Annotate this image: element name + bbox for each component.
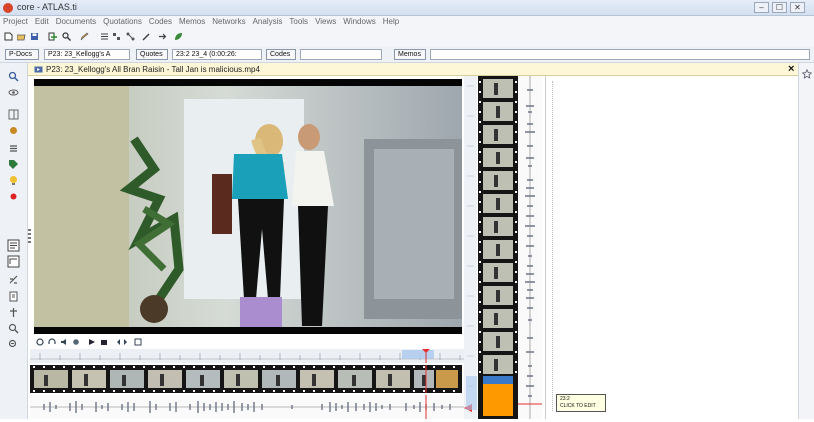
menu-tools[interactable]: Tools	[289, 17, 308, 26]
favorite-icon[interactable]	[802, 69, 812, 79]
zoom-out-icon[interactable]	[8, 339, 19, 350]
tooltip-quotation-id: 23:2	[560, 396, 570, 402]
menu-windows[interactable]: Windows	[343, 17, 375, 26]
query-tool-icon[interactable]	[100, 32, 109, 41]
document-bar: P-Docs P23: 23_Kellogg's A Quotes 23:2 2…	[0, 46, 814, 63]
margin-area[interactable]	[545, 76, 797, 419]
menu-project[interactable]: Project	[3, 17, 28, 26]
loop-icon[interactable]	[36, 338, 44, 346]
maximize-button[interactable]: ☐	[772, 2, 787, 13]
codes-select[interactable]	[300, 49, 382, 60]
cooccurrence-icon[interactable]	[112, 32, 121, 41]
flag-icon[interactable]	[8, 191, 19, 202]
quotation-select[interactable]: 23:2 23_4 (0:00:26:	[172, 49, 262, 60]
vertical-filmstrip-thumbnails	[478, 76, 518, 419]
video-player[interactable]	[34, 79, 462, 334]
menu-codes[interactable]: Codes	[149, 17, 172, 26]
memos-button[interactable]: Memos	[394, 49, 426, 60]
horizontal-filmstrip[interactable]	[30, 365, 462, 393]
menu-documents[interactable]: Documents	[56, 17, 96, 26]
menu-quotations[interactable]: Quotations	[103, 17, 142, 26]
audio-waveform[interactable]	[30, 395, 470, 419]
rewind-forward-icon[interactable]	[116, 338, 128, 346]
quotation-tooltip[interactable]: 23:2 CLICK TO EDIT	[556, 394, 606, 412]
save-icon[interactable]	[30, 32, 39, 41]
volume-icon[interactable]	[60, 338, 68, 346]
left-tool-strip	[0, 63, 31, 419]
app-icon	[3, 3, 13, 13]
media-controls	[30, 336, 470, 348]
video-doc-icon	[34, 66, 43, 73]
bulb-icon[interactable]	[8, 175, 19, 186]
margin-guide	[552, 81, 558, 411]
codes-button[interactable]: Codes	[266, 49, 296, 60]
new-project-icon[interactable]	[4, 32, 13, 41]
document-tab-title: P23: 23_Kellogg's All Bran Raisin - Tall…	[46, 65, 260, 74]
eye-icon[interactable]	[8, 87, 19, 98]
memo-toggle-icon[interactable]	[7, 239, 20, 252]
pin-icon[interactable]	[8, 307, 19, 318]
menu-networks[interactable]: Networks	[212, 17, 245, 26]
vertical-ruler	[464, 85, 477, 412]
window-title: core - ATLAS.ti	[17, 2, 77, 12]
quotes-button[interactable]: Quotes	[136, 49, 168, 60]
filmstrip-thumbnails	[30, 365, 462, 393]
pen-icon[interactable]	[142, 32, 151, 41]
network-icon[interactable]	[126, 32, 135, 41]
main-toolbar	[0, 28, 814, 46]
vertical-waveform-graph	[518, 76, 542, 419]
vertical-label-strip	[464, 76, 477, 419]
menu-memos[interactable]: Memos	[179, 17, 205, 26]
link-icon[interactable]	[8, 275, 19, 286]
headphones-icon[interactable]	[48, 338, 56, 346]
timeline-ticks	[30, 349, 470, 363]
tooltip-hint: CLICK TO EDIT	[560, 403, 596, 409]
vertical-filmstrip[interactable]	[478, 76, 518, 419]
search-icon[interactable]	[62, 32, 71, 41]
comment-toggle-icon[interactable]	[7, 255, 20, 268]
zoom-in-icon[interactable]	[8, 323, 19, 334]
zoom-icon[interactable]	[8, 71, 19, 82]
menu-edit[interactable]: Edit	[35, 17, 49, 26]
close-tab-button[interactable]: ×	[788, 63, 794, 75]
waveform-graph	[30, 395, 470, 419]
menu-bar: Project Edit Documents Quotations Codes Memos…	[0, 16, 814, 28]
add-documents-icon[interactable]	[48, 32, 57, 41]
vertical-audio-waveform[interactable]	[518, 76, 542, 419]
open-icon[interactable]	[17, 32, 26, 41]
leaf-icon[interactable]	[174, 32, 183, 41]
settings-icon[interactable]	[72, 338, 80, 346]
menu-views[interactable]: Views	[315, 17, 336, 26]
menu-help[interactable]: Help	[383, 17, 399, 26]
timeline-ruler[interactable]	[30, 349, 470, 363]
p-doc-select[interactable]: P23: 23_Kellogg's A	[44, 49, 130, 60]
menu-analysis[interactable]: Analysis	[253, 17, 283, 26]
video-frame-image	[34, 86, 462, 327]
tag-icon[interactable]	[8, 159, 19, 170]
title-bar: core - ATLAS.ti – ☐ ✕	[0, 0, 814, 16]
splitter-handle[interactable]	[28, 229, 31, 243]
arrow-icon[interactable]	[158, 32, 167, 41]
memos-select[interactable]	[430, 49, 810, 60]
fullscreen-icon[interactable]	[134, 338, 142, 346]
close-window-button[interactable]: ✕	[790, 2, 805, 13]
properties-icon[interactable]	[8, 291, 19, 302]
list-icon[interactable]	[8, 143, 19, 154]
play-icon[interactable]	[88, 338, 96, 346]
code-icon[interactable]	[8, 125, 19, 136]
right-side-strip	[798, 63, 814, 419]
snapshot-icon[interactable]	[100, 338, 108, 346]
margin-icon[interactable]	[8, 109, 19, 120]
minimize-button[interactable]: –	[754, 2, 769, 13]
p-docs-button[interactable]: P-Docs	[5, 49, 39, 60]
edit-icon[interactable]	[80, 32, 89, 41]
document-tab[interactable]: P23: 23_Kellogg's All Bran Raisin - Tall…	[28, 63, 800, 76]
